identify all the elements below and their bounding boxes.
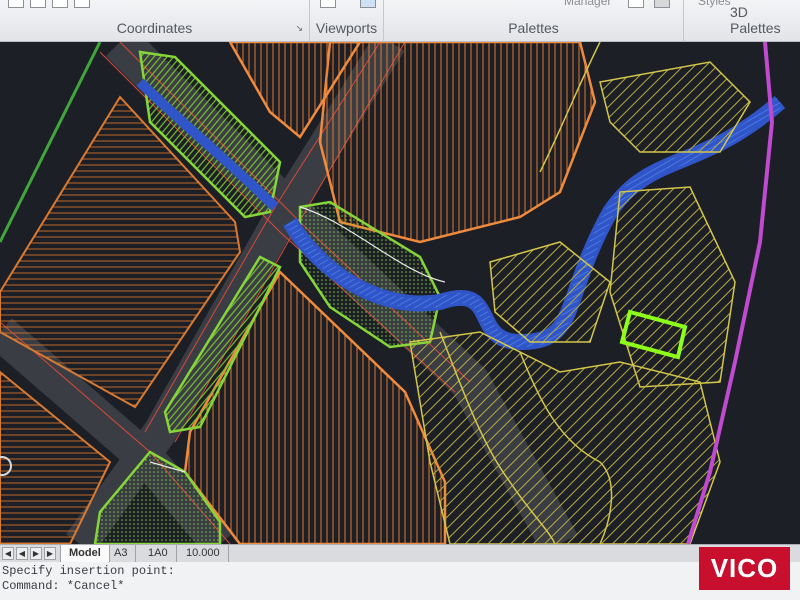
ribbon-panel-coordinates: Coordinates ↘ xyxy=(0,0,310,42)
tool-icon[interactable] xyxy=(8,0,24,8)
tool-icon[interactable] xyxy=(52,0,68,8)
viewport-tool-icon[interactable] xyxy=(360,0,376,8)
cad-drawing[interactable] xyxy=(0,42,800,544)
panel-launcher-icon[interactable]: ↘ xyxy=(295,23,303,34)
drawing-canvas[interactable] xyxy=(0,42,800,544)
viewport-tool-icon[interactable] xyxy=(320,0,336,8)
layout-tabs-bar: ◀ ◀ ▶ ▶ Model A3 1A0 10.000 xyxy=(0,544,800,563)
first-tab-icon[interactable]: ◀ xyxy=(2,547,14,560)
yellow-area-northeast[interactable] xyxy=(599,61,751,153)
watermark-logo: VICO xyxy=(699,547,790,590)
palette-tool-icon[interactable] xyxy=(628,0,644,8)
ribbon-panel-viewports: Viewports xyxy=(310,0,384,42)
tool-icon[interactable] xyxy=(30,0,46,8)
tab-1a0[interactable]: 1A0 xyxy=(140,545,177,563)
palette-tool-icon[interactable] xyxy=(654,0,670,8)
manager-label[interactable]: Manager xyxy=(564,0,611,8)
next-tab-icon[interactable]: ▶ xyxy=(30,547,42,560)
panel-title-palettes: Palettes xyxy=(508,20,559,36)
command-current: Command: *Cancel* xyxy=(2,579,125,593)
panel-title-viewports: Viewports xyxy=(315,20,378,36)
ribbon-panel-palettes: Manager Palettes xyxy=(384,0,684,42)
tool-icon[interactable] xyxy=(74,0,90,8)
prev-tab-icon[interactable]: ◀ xyxy=(16,547,28,560)
tab-10000[interactable]: 10.000 xyxy=(178,545,229,563)
command-line[interactable]: Specify insertion point: Command: *Cance… xyxy=(0,562,800,600)
tab-model[interactable]: Model xyxy=(60,545,110,563)
last-tab-icon[interactable]: ▶ xyxy=(44,547,56,560)
tab-a3[interactable]: A3 xyxy=(106,545,137,563)
command-history: Specify insertion point: xyxy=(2,564,175,578)
panel-title-3d-palettes: 3D Palettes xyxy=(730,4,781,36)
ribbon: Coordinates ↘ Viewports Manager Palettes… xyxy=(0,0,800,42)
panel-title-coordinates: Coordinates xyxy=(116,20,193,36)
ribbon-panel-3d-palettes: Styles 3D Palettes xyxy=(684,0,800,42)
